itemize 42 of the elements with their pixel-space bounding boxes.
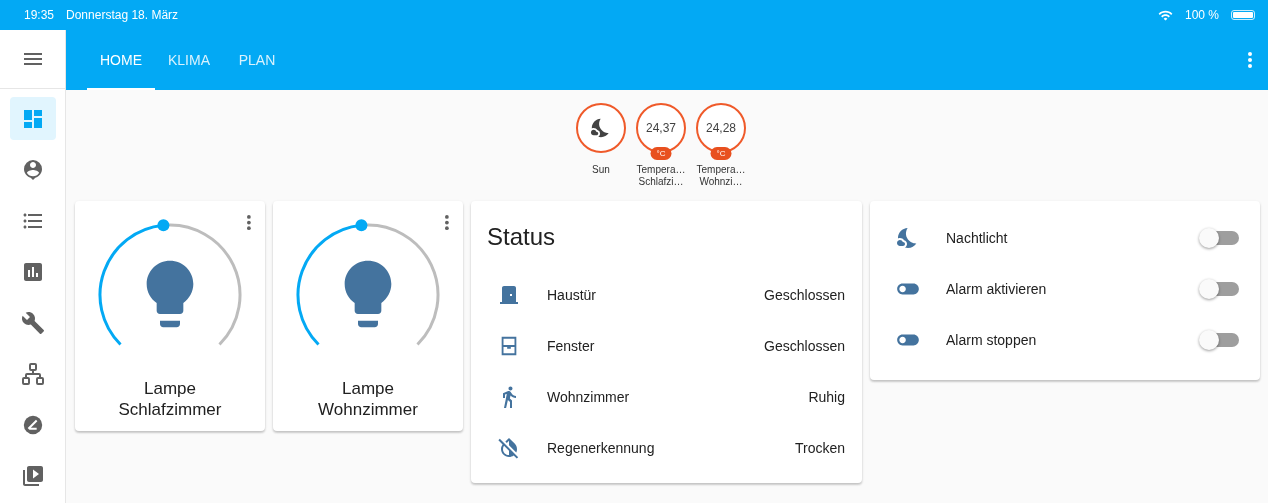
entity-state: Geschlossen [764,286,845,303]
unit-label: °C [650,147,672,160]
more-icon [247,215,251,230]
hierarchy-icon [20,361,45,386]
entity-name[interactable]: Nachtlicht [946,229,1199,246]
badge-label: Tempera… Schlafzi… [636,164,686,188]
badge-value: 24,37 [646,121,676,135]
light-name: Lampe Wohnzimmer [317,378,419,420]
entity-name[interactable]: Fenster [547,337,765,354]
toggle-switch[interactable] [1199,278,1239,299]
wrench-icon [20,310,45,335]
unit-label: °C [710,147,732,160]
toggle-switch[interactable] [1199,329,1239,350]
toggle-switch[interactable] [1199,227,1239,248]
battery-icon [1231,10,1255,20]
badge-label: Sun [592,164,610,176]
badge-value: 24,28 [706,121,736,135]
entity-state: Geschlossen [764,337,845,354]
slider-thumb[interactable] [157,219,170,232]
state-badge[interactable] [576,103,626,153]
clock-text: 19:35 [24,8,55,22]
more-button[interactable] [1248,52,1252,68]
slider-thumb[interactable] [355,219,368,232]
battery-percent: 100 % [1184,8,1219,22]
entity-state: Trocken [794,439,845,456]
date-text: Donnerstag 18. März [66,8,179,22]
overview-nav-item[interactable] [9,97,56,140]
entity-name[interactable]: Alarm aktivieren [946,280,1199,297]
more-button[interactable] [247,215,251,230]
badge-label: Tempera… Wohnzi… [696,164,746,188]
entity-state: Ruhig [808,388,845,405]
drop-off-icon [497,435,521,460]
play-stack-icon [20,463,45,488]
entity-name[interactable]: Regenerkennung [547,439,795,456]
card-title: Status [486,222,557,252]
entity-name[interactable]: Wohnzimmer [547,388,809,405]
entity-name[interactable]: Haustür [547,286,765,303]
more-button[interactable] [445,215,449,230]
more-icon [445,215,449,230]
light-name: Lampe Schlafzimmer [117,378,223,420]
entity-name[interactable]: Alarm stoppen [946,331,1199,348]
more-icon [1248,52,1252,68]
